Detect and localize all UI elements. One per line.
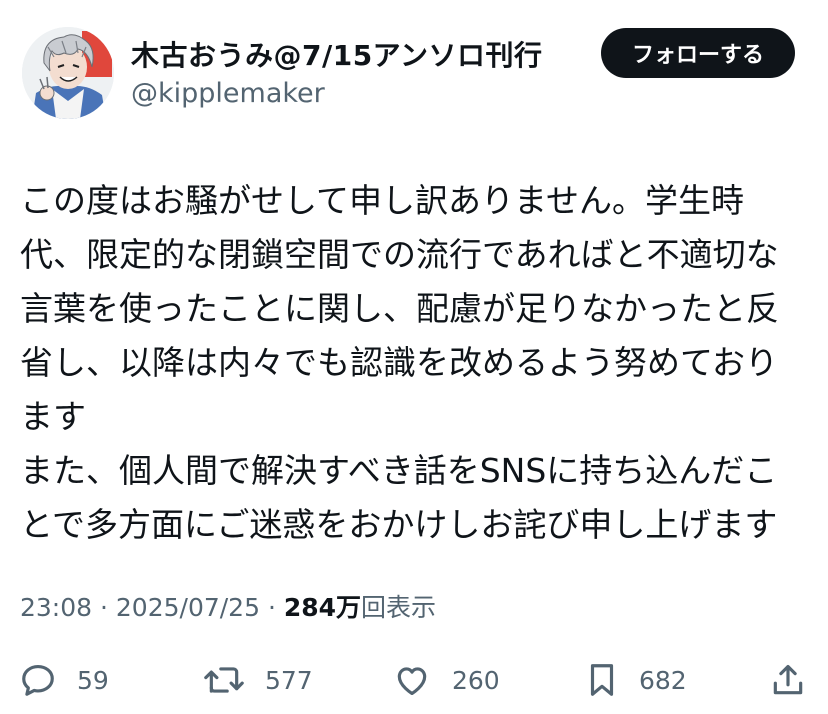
author-display-name[interactable]: 木古おうみ@7/15アンソロ刊行 [131, 34, 543, 74]
heart-icon [392, 661, 432, 699]
tweet-meta: 23:08 · 2025/07/25 · 284万回表示 [20, 588, 436, 624]
like-count: 260 [452, 665, 500, 695]
tweet-date[interactable]: 2025/07/25 [116, 593, 260, 622]
like-button[interactable]: 260 [392, 655, 500, 705]
follow-button[interactable]: フォローする [601, 28, 795, 78]
tweet-text: この度はお騒がせして申し訳ありません。学生時 代、限定的な閉鎖空間での流行であれ… [20, 174, 795, 552]
tweet-text-line: また、個人間で解決すべき話をSNSに持ち込んだこ [20, 451, 778, 490]
tweet-text-line: 言葉を使ったことに関し、配慮が足りなかったと反 [20, 289, 779, 328]
tweet-text-line: 代、限定的な閉鎖空間での流行であればと不適切な [20, 235, 779, 274]
tweet-time[interactable]: 23:08 [20, 593, 92, 622]
retweet-button[interactable]: 577 [203, 655, 313, 705]
views-label: 回表示 [361, 593, 437, 622]
avatar[interactable] [22, 27, 114, 119]
bookmark-icon [585, 661, 619, 699]
author-handle[interactable]: @kipplemaker [131, 78, 325, 109]
tweet-card: 木古おうみ@7/15アンソロ刊行 @kipplemaker フォローする この度… [0, 0, 828, 714]
share-button[interactable] [768, 655, 808, 705]
views-count: 284万 [283, 593, 362, 622]
share-icon [768, 661, 808, 699]
meta-separator: · [100, 593, 116, 622]
bookmark-count: 682 [639, 665, 687, 695]
retweet-count: 577 [265, 665, 313, 695]
bookmark-button[interactable]: 682 [585, 655, 687, 705]
reply-count: 59 [77, 665, 109, 695]
avatar-illustration [22, 27, 114, 119]
retweet-icon [203, 661, 245, 699]
tweet-text-line: 省し、以降は内々でも認識を改めるよう努めており [20, 343, 779, 382]
reply-icon [19, 661, 57, 699]
tweet-text-line: ます [20, 397, 86, 436]
tweet-text-line: とで多方面にご迷惑をおかけしお詫び申し上げます [20, 505, 778, 544]
meta-separator: · [267, 593, 284, 622]
action-bar: 59 577 260 682 [0, 655, 828, 705]
reply-button[interactable]: 59 [19, 655, 109, 705]
tweet-text-line: この度はお騒がせして申し訳ありません。学生時 [20, 181, 745, 220]
